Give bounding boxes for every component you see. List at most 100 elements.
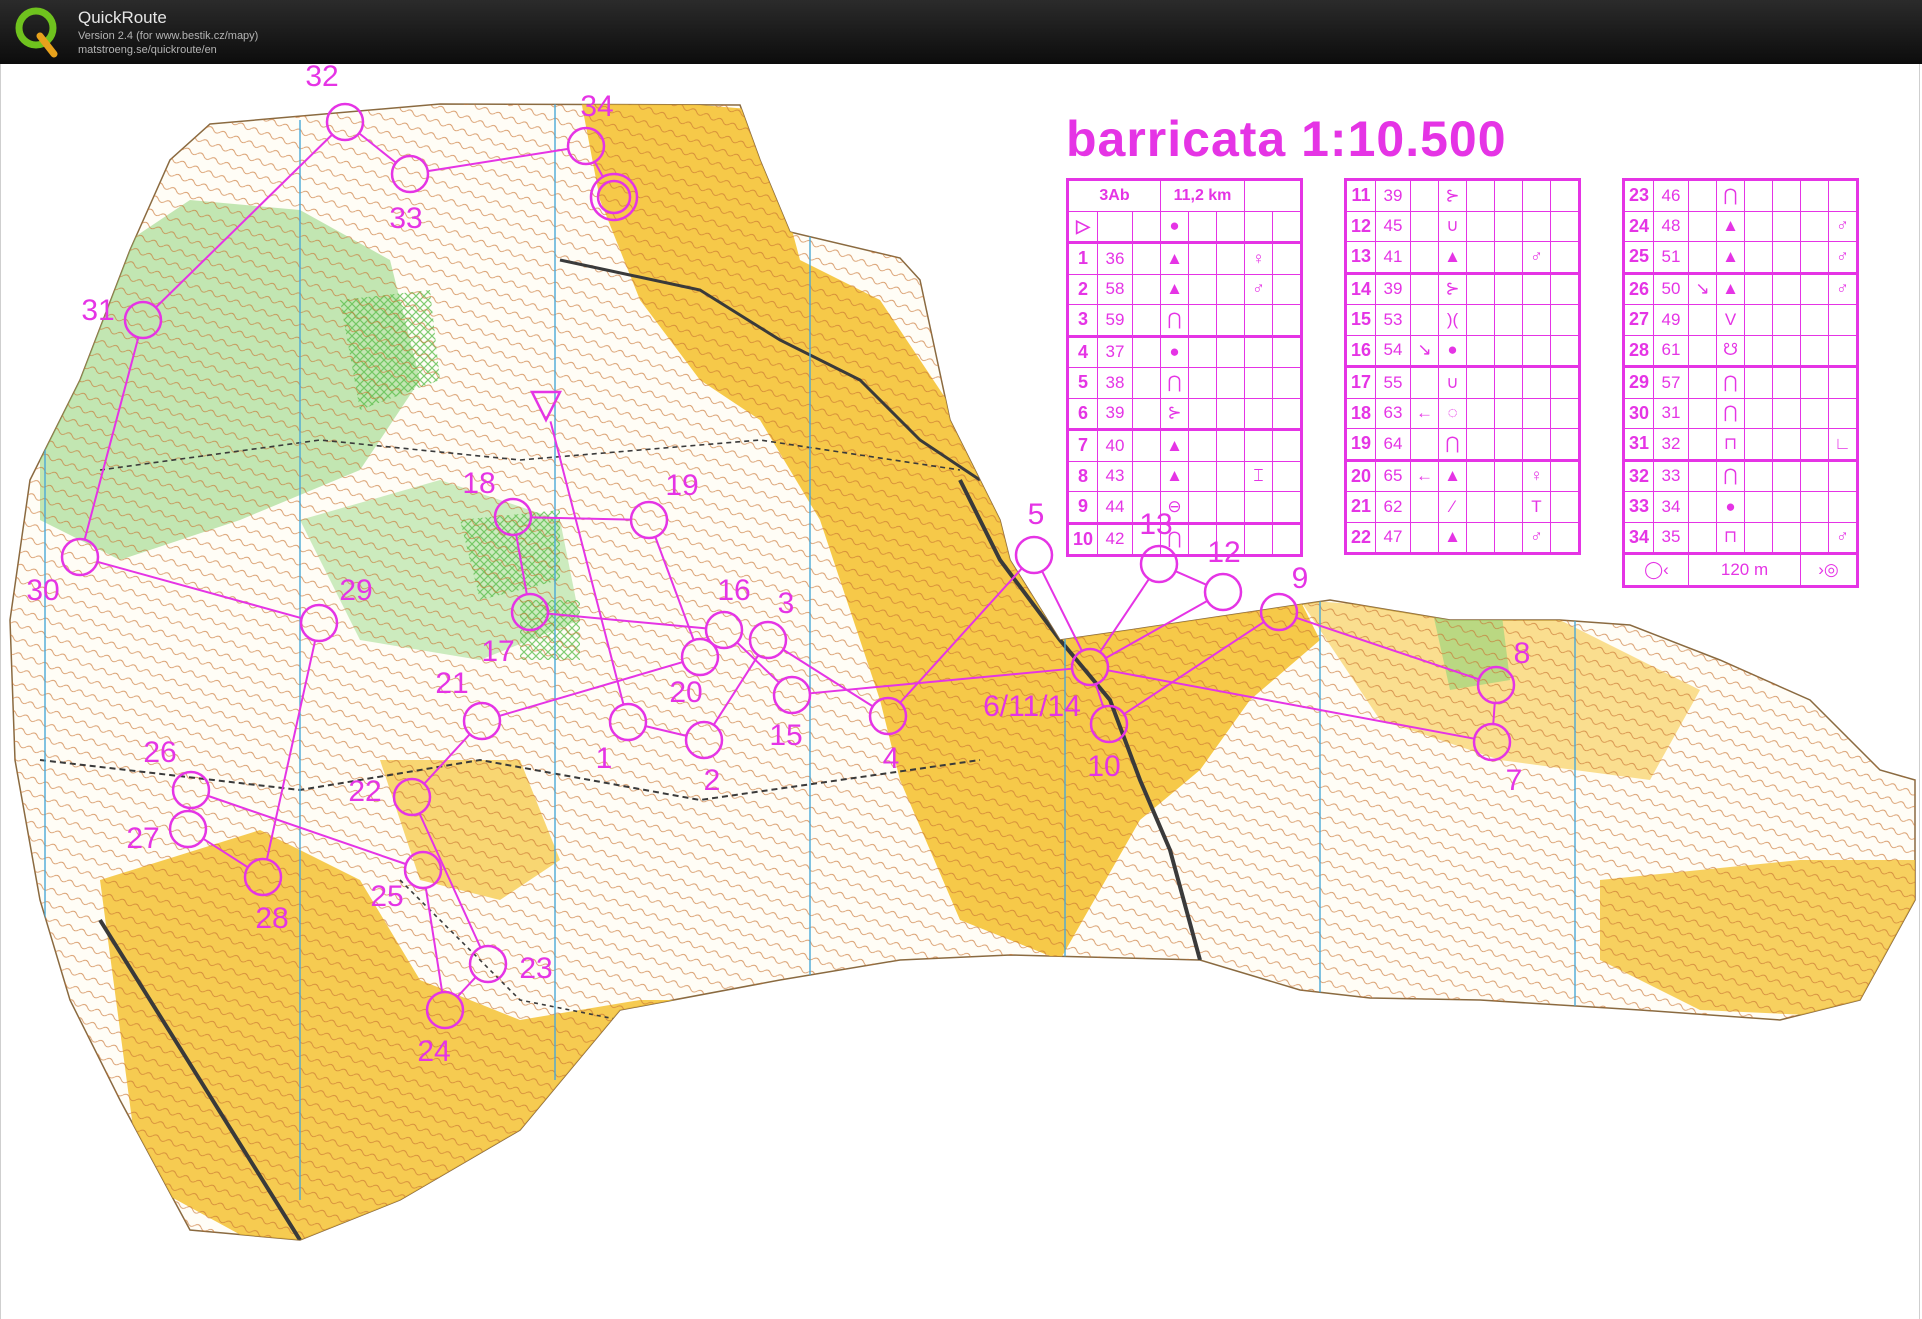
description-cell: ♂ [1828, 241, 1858, 274]
description-cell [1466, 458, 1495, 492]
description-cell [1828, 334, 1858, 367]
description-row: 23 46 ⋂ [1623, 179, 1858, 212]
description-cell: ● [1716, 491, 1745, 523]
description-cell [1244, 304, 1273, 337]
description-row: 11 39 ⊱ [1345, 179, 1580, 212]
description-cell [1688, 210, 1717, 242]
control-number: 22 [1345, 521, 1376, 554]
description-cell: ⋂ [1716, 458, 1745, 492]
description-cell: ⊱ [1438, 271, 1467, 305]
control-number: 5 [1067, 367, 1098, 399]
control-number-label: 34 [580, 90, 613, 123]
description-cell [1688, 334, 1717, 367]
description-cell [1494, 365, 1523, 399]
description-row: 7 40 ▲ [1067, 428, 1302, 462]
description-cell [1410, 365, 1439, 399]
control-number: 24 [1623, 210, 1654, 242]
control-descriptions-column-2: 11 39 ⊱ 12 45 ∪ 13 41 ▲ ♂ 14 39 ⊱ 15 53)(16 54 ↘ ● 17 55 ∪ 18… [1344, 178, 1581, 555]
description-cell: ⁄ [1438, 491, 1467, 523]
description-cell [1132, 210, 1161, 243]
description-cell: T [1522, 491, 1551, 523]
description-cell [1800, 210, 1829, 242]
description-cell [1772, 365, 1801, 399]
description-cell [1550, 458, 1580, 492]
description-cell [1550, 491, 1580, 523]
description-cell [1216, 460, 1245, 492]
control-number-label: 20 [669, 676, 702, 709]
description-cell [1188, 491, 1217, 524]
description-cell [1494, 397, 1523, 429]
description-cell: ⋂ [1160, 367, 1189, 399]
control-code: 53 [1375, 304, 1411, 336]
description-cell: ● [1160, 334, 1189, 368]
description-row: 1 36 ▲ ♀ [1067, 241, 1302, 275]
control-number: 27 [1623, 304, 1654, 336]
course-class: 3Ab [1067, 179, 1161, 212]
description-cell: ▲ [1716, 271, 1745, 305]
control-number-label: 7 [1506, 764, 1523, 797]
description-cell [1216, 241, 1245, 275]
description-cell: ⋂ [1716, 365, 1745, 399]
description-cell [1494, 271, 1523, 305]
description-cell: ⋂ [1716, 397, 1745, 429]
control-number-label: 15 [769, 719, 802, 752]
description-cell [1550, 397, 1580, 429]
control-circle[interactable] [1203, 572, 1243, 612]
description-cell [1828, 491, 1858, 523]
description-cell: V [1716, 304, 1745, 336]
description-cell [1522, 271, 1551, 305]
control-number-label: 30 [26, 574, 59, 607]
description-cell [1132, 428, 1161, 462]
control-code: 40 [1097, 428, 1133, 462]
description-row: 3 59 ⋂ [1067, 304, 1302, 337]
control-number: 15 [1345, 304, 1376, 336]
description-cell [1522, 397, 1551, 429]
control-circle[interactable] [1014, 535, 1054, 575]
control-number: 34 [1623, 521, 1654, 554]
description-row: 9 44 ⊖ [1067, 491, 1302, 524]
start-triangle-icon: ▷ [1067, 210, 1098, 243]
description-cell: ● [1160, 210, 1189, 243]
control-number: 9 [1067, 491, 1098, 524]
description-cell [1772, 428, 1801, 461]
description-cell [1494, 304, 1523, 336]
control-number: 16 [1345, 334, 1376, 367]
description-cell [1772, 304, 1801, 336]
description-cell [1744, 334, 1773, 367]
control-code: 63 [1375, 397, 1411, 429]
description-cell [1216, 273, 1245, 305]
description-row: 22 47 ▲ ♂ [1345, 521, 1580, 554]
description-cell [1410, 491, 1439, 523]
description-cell [1272, 210, 1302, 243]
control-code: 38 [1097, 367, 1133, 399]
description-row: 6 39 ⊱ [1067, 397, 1302, 430]
description-cell: ⋂ [1438, 428, 1467, 461]
description-cell: ⊱ [1438, 179, 1467, 212]
control-number-label: 4 [883, 742, 900, 775]
control-number-label: 21 [435, 667, 468, 700]
description-cell [1800, 304, 1829, 336]
control-number-label: 28 [255, 902, 288, 935]
description-cell: ◌ [1438, 397, 1467, 429]
description-cell [1800, 491, 1829, 523]
control-number: 21 [1345, 491, 1376, 523]
description-row: 33 34 ● [1623, 491, 1858, 523]
control-code: 62 [1375, 491, 1411, 523]
control-number: 31 [1623, 428, 1654, 461]
description-cell: ♀ [1522, 458, 1551, 492]
description-cell [1772, 521, 1801, 554]
control-code: 39 [1097, 397, 1133, 430]
description-cell: ♂ [1828, 521, 1858, 554]
control-number: 4 [1067, 334, 1098, 368]
description-cell [1216, 367, 1245, 399]
description-cell [1688, 304, 1717, 336]
description-cell [1772, 458, 1801, 492]
description-row: 18 63 ← ◌ [1345, 397, 1580, 429]
control-code: 32 [1653, 428, 1689, 461]
description-cell [1188, 210, 1217, 243]
control-number-label: 33 [389, 202, 422, 235]
control-number-label: 3 [778, 587, 795, 620]
description-cell [1188, 367, 1217, 399]
description-cell [1800, 179, 1829, 212]
description-cell [1132, 491, 1161, 524]
